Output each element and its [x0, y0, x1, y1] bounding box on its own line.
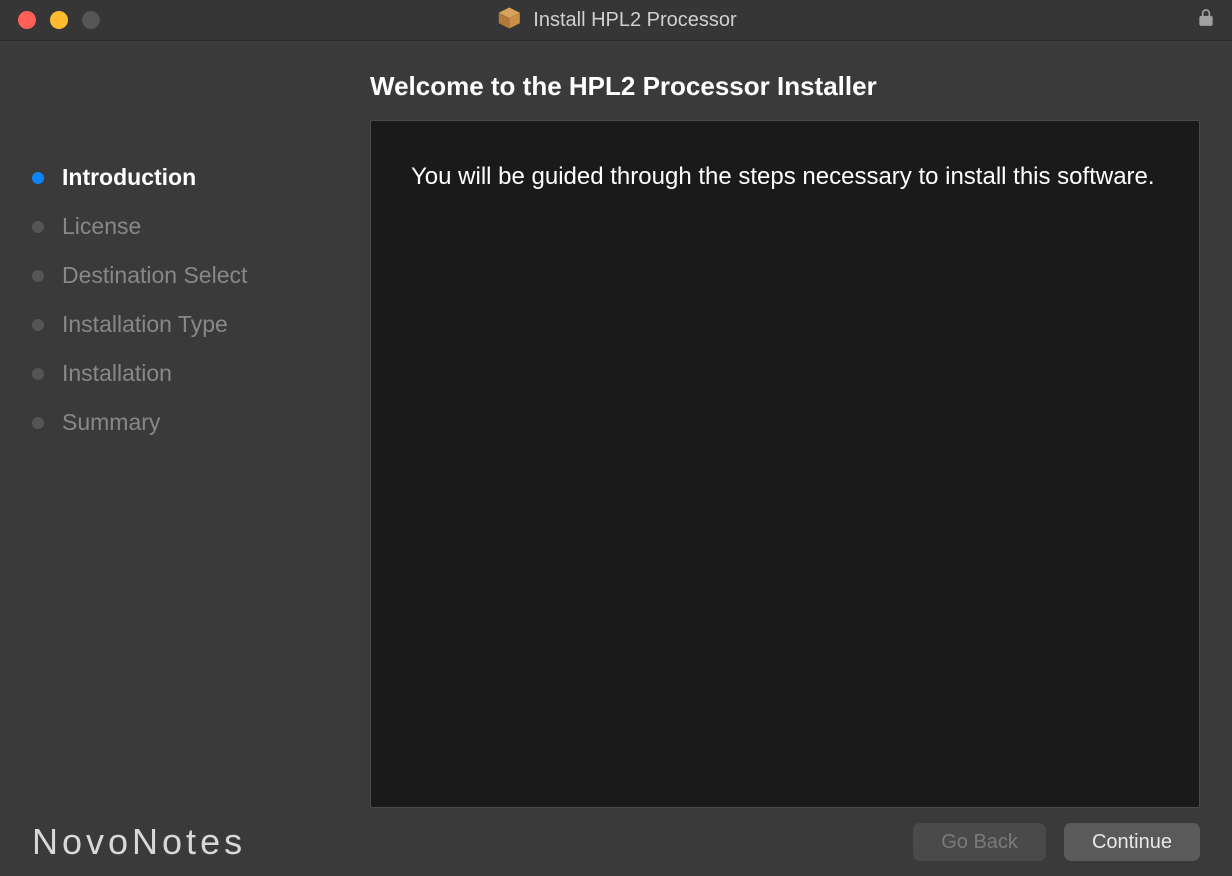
content-text: You will be guided through the steps nec…	[411, 161, 1159, 193]
step-label: Installation Type	[62, 311, 228, 338]
window-controls	[0, 11, 100, 29]
step-label: Summary	[62, 409, 160, 436]
minimize-window-button[interactable]	[50, 11, 68, 29]
step-label: Destination Select	[62, 262, 247, 289]
content-box: You will be guided through the steps nec…	[370, 120, 1200, 808]
go-back-button: Go Back	[913, 823, 1046, 861]
step-license: License	[32, 213, 370, 240]
maximize-window-button	[82, 11, 100, 29]
step-bullet-icon	[32, 270, 44, 282]
step-label: Installation	[62, 360, 172, 387]
sidebar: Introduction License Destination Select …	[0, 120, 370, 808]
step-bullet-icon	[32, 417, 44, 429]
content-area: Welcome to the HPL2 Processor Installer …	[0, 41, 1232, 876]
step-label: Introduction	[62, 164, 196, 191]
step-list: Introduction License Destination Select …	[32, 164, 370, 436]
step-bullet-icon	[32, 221, 44, 233]
step-bullet-icon	[32, 319, 44, 331]
main-panel: You will be guided through the steps nec…	[370, 120, 1232, 808]
step-installation: Installation	[32, 360, 370, 387]
titlebar: Install HPL2 Processor	[0, 0, 1232, 41]
package-icon	[495, 4, 523, 37]
brand-logo: NovoNotes	[32, 821, 246, 863]
footer: NovoNotes Go Back Continue	[0, 808, 1232, 876]
title-center: Install HPL2 Processor	[495, 4, 736, 37]
footer-buttons: Go Back Continue	[913, 823, 1200, 861]
step-bullet-icon	[32, 368, 44, 380]
step-introduction: Introduction	[32, 164, 370, 191]
step-label: License	[62, 213, 141, 240]
step-summary: Summary	[32, 409, 370, 436]
window-title: Install HPL2 Processor	[533, 9, 736, 32]
close-window-button[interactable]	[18, 11, 36, 29]
step-bullet-icon	[32, 172, 44, 184]
lock-icon	[1196, 8, 1216, 33]
page-heading: Welcome to the HPL2 Processor Installer	[0, 41, 1232, 120]
step-installation-type: Installation Type	[32, 311, 370, 338]
installer-window: Install HPL2 Processor Welcome to the HP…	[0, 0, 1232, 876]
step-destination-select: Destination Select	[32, 262, 370, 289]
main-row: Introduction License Destination Select …	[0, 120, 1232, 808]
continue-button[interactable]: Continue	[1064, 823, 1200, 861]
